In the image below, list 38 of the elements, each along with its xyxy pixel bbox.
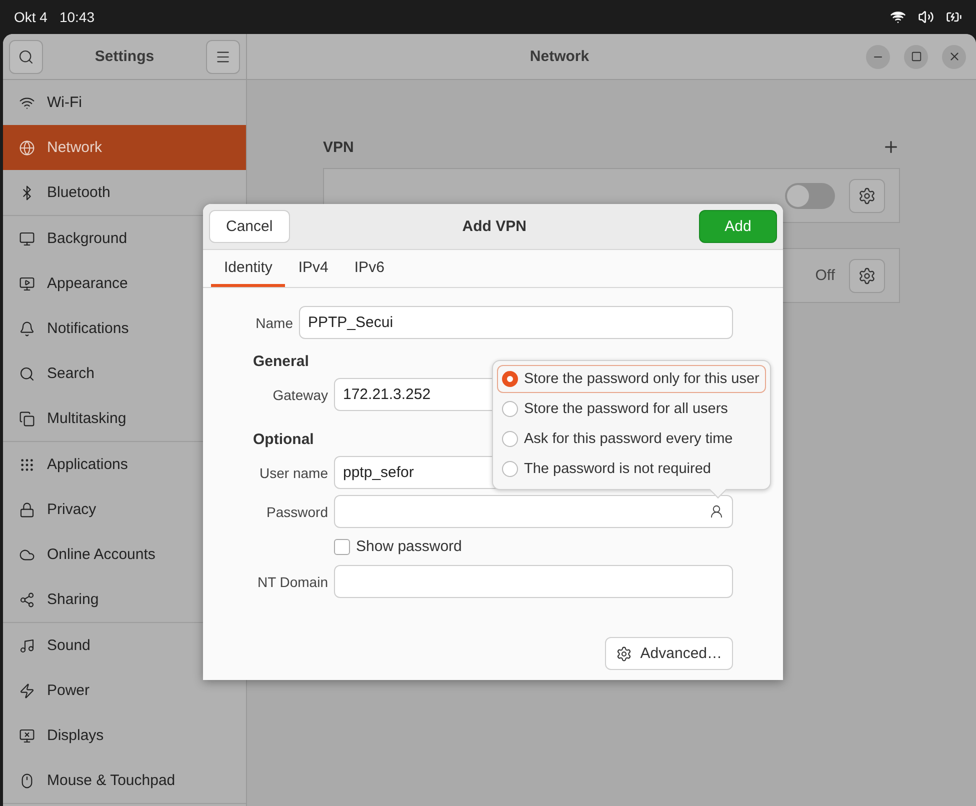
field-label: Password <box>266 504 328 520</box>
section-heading: VPN <box>323 138 354 156</box>
sidebar-item[interactable]: Sharing <box>3 577 246 622</box>
sidebar-item[interactable]: Privacy <box>3 487 246 532</box>
checkbox-label: Show password <box>356 538 462 555</box>
cancel-button[interactable]: Cancel <box>209 210 290 243</box>
sidebar-item[interactable]: Applications <box>3 442 246 487</box>
field-label: Gateway <box>272 386 328 402</box>
name-field[interactable]: PPTP_Secui <box>299 306 733 339</box>
password-option[interactable]: Store the password only for this user <box>497 365 766 393</box>
section-heading: Optional <box>253 431 314 448</box>
sidebar-item[interactable]: Multitasking <box>3 396 246 441</box>
sidebar-title: Settings <box>94 48 156 65</box>
sidebar-item[interactable]: Network <box>3 125 246 170</box>
password-option[interactable]: The password is not required <box>497 455 766 483</box>
sidebar-item[interactable]: Notifications <box>3 306 246 351</box>
window-title: Network <box>528 48 590 65</box>
tab[interactable]: Identity <box>211 250 286 287</box>
vpn-status: Off <box>815 267 835 284</box>
section-heading: General <box>253 353 309 370</box>
field-label: Name <box>254 314 293 330</box>
sidebar-item[interactable]: Wi-Fi <box>3 80 246 125</box>
sidebar-item[interactable]: Search <box>3 351 246 396</box>
dialog-title: Add VPN <box>461 218 528 235</box>
sidebar-item[interactable]: Sound <box>3 623 246 668</box>
sidebar-item[interactable]: Power <box>3 668 246 713</box>
sidebar-item[interactable]: Displays <box>3 713 246 758</box>
password-option[interactable]: Ask for this password every time <box>497 425 766 453</box>
field-label: NT Domain <box>256 574 328 590</box>
advanced-button[interactable]: Advanced… <box>605 637 733 670</box>
date: Okt 4 <box>14 9 48 25</box>
clock: 10:43 <box>59 9 95 25</box>
tab[interactable]: IPv4 <box>285 250 342 287</box>
sidebar-item[interactable]: Online Accounts <box>3 532 246 577</box>
sidebar-item[interactable]: Mouse & Touchpad <box>3 758 246 803</box>
field-label: User name <box>258 464 328 480</box>
tab[interactable]: IPv6 <box>341 250 398 287</box>
password-option[interactable]: Store the password for all users <box>497 395 766 423</box>
